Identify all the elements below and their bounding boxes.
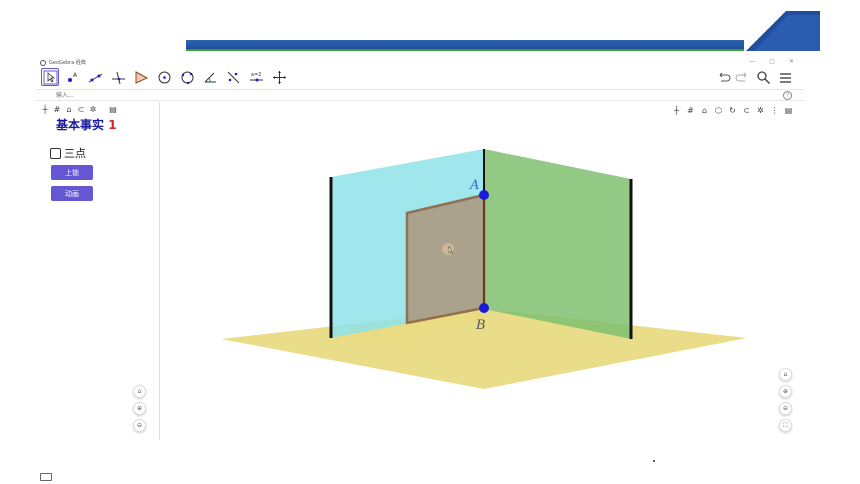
settings-gear-icon[interactable]: ✲ (88, 104, 98, 114)
home-3d-nav-icon[interactable]: ⌂ (779, 368, 792, 381)
app-title: GeoGebra 经典 (49, 60, 86, 66)
svg-text:A: A (73, 72, 78, 79)
graphics-panel: ┼ # ⌂ ⊂ ✲ ▤ 基本事实 1 三点 上锁 动画 ⌂ ⊕ ⊖ (36, 102, 160, 481)
maximize-button[interactable]: ▢ (769, 58, 775, 65)
close-button[interactable]: ✕ (789, 58, 794, 65)
circle-3pt-tool-icon[interactable] (178, 68, 196, 86)
fullscreen-icon[interactable]: ⛶ (779, 419, 792, 432)
stray-dot (653, 460, 655, 462)
geogebra-logo-icon (40, 59, 46, 66)
help-icon[interactable]: ? (783, 91, 792, 100)
slide-corner-decoration (746, 11, 820, 51)
home-icon[interactable]: ⌂ (64, 104, 74, 114)
magnet-icon[interactable]: ⊂ (76, 104, 86, 114)
main-toolbar: A a=2 (36, 67, 804, 89)
geogebra-window: GeoGebra 经典 — ▢ ✕ A a=2 输入... ? ┼ # ⌂ ⊂ … (36, 58, 804, 481)
keyboard-icon[interactable] (40, 473, 52, 481)
scene-3d[interactable]: A B (161, 102, 804, 440)
title-number: 1 (108, 118, 117, 132)
grid-icon[interactable]: # (52, 104, 62, 114)
point-a-label: A (469, 178, 479, 193)
home-view-icon[interactable]: ⌂ (133, 385, 146, 398)
point-b (479, 303, 489, 313)
zoom-out-3d-icon[interactable]: ⊖ (779, 402, 792, 415)
point-tool-icon[interactable]: A (63, 68, 81, 86)
graphics-style-bar: ┼ # ⌂ ⊂ ✲ ▤ (40, 104, 118, 114)
axes-icon[interactable]: ┼ (40, 104, 50, 114)
zoom-out-icon[interactable]: ⊖ (133, 419, 146, 432)
graphics-3d-view: ┼ # ⌂ ⬡ ↻ ⊂ ✲ ⋮ ▤ A B ⌂ ⊕ ⊖ ⛶ (161, 102, 804, 440)
line-tool-icon[interactable] (86, 68, 104, 86)
view-menu-icon[interactable]: ▤ (108, 104, 118, 114)
page-title: 基本事实 1 (56, 116, 117, 133)
title-main: 基本事实 (56, 118, 105, 132)
search-icon[interactable] (754, 68, 772, 86)
perpendicular-tool-icon[interactable] (109, 68, 127, 86)
zoom-in-icon[interactable]: ⊕ (133, 402, 146, 415)
slider-tool-icon[interactable]: a=2 (247, 68, 265, 86)
right-wall-plane (484, 149, 631, 339)
lock-button[interactable]: 上锁 (51, 165, 93, 180)
title-bar: GeoGebra 经典 (36, 58, 804, 67)
input-bar: ? (36, 89, 804, 101)
reflect-tool-icon[interactable] (224, 68, 242, 86)
zoom-in-3d-icon[interactable]: ⊕ (779, 385, 792, 398)
polygon-tool-icon[interactable] (132, 68, 150, 86)
point-a (479, 190, 489, 200)
hamburger-menu-icon[interactable] (776, 68, 794, 86)
undo-icon[interactable] (714, 68, 732, 86)
three-points-label: 三点 (64, 147, 86, 160)
three-points-checkbox-row[interactable]: 三点 (50, 145, 86, 161)
algebra-input[interactable] (56, 91, 656, 100)
circle-tool-icon[interactable] (155, 68, 173, 86)
window-controls: — ▢ ✕ (749, 58, 794, 65)
door-plane (405, 193, 486, 325)
angle-tool-icon[interactable] (201, 68, 219, 86)
minimize-button[interactable]: — (749, 58, 755, 65)
redo-icon[interactable] (733, 68, 751, 86)
animate-button[interactable]: 动画 (51, 186, 93, 201)
svg-text:a=2: a=2 (251, 72, 261, 78)
move-view-tool-icon[interactable] (270, 68, 288, 86)
slide-header-bar (186, 40, 744, 51)
point-b-label: B (475, 318, 486, 333)
three-points-checkbox[interactable] (50, 147, 61, 159)
move-tool-icon[interactable] (41, 68, 59, 86)
